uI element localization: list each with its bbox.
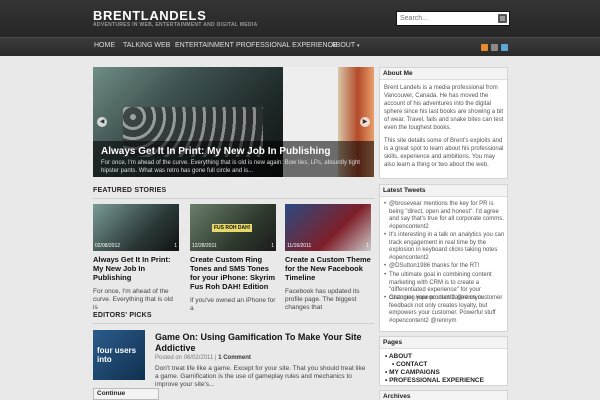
card-date: 11/16/2011: [287, 243, 312, 249]
nav-item-home[interactable]: HOME: [94, 42, 115, 49]
card-title[interactable]: Create Custom Ring Tones and SMS Tones f…: [190, 255, 276, 291]
nav-item-about-label: ABOUT: [331, 42, 355, 49]
picks-heading: EDITORS' PICKS: [93, 312, 152, 319]
about-widget-title: About Me: [380, 68, 507, 80]
page-link-professional-experience[interactable]: PROFESSIONAL EXPERIENCE: [385, 377, 484, 384]
pick-excerpt: Don't treat life like a game. Except for…: [155, 365, 366, 388]
search-input[interactable]: [397, 12, 495, 25]
card-excerpt: Facebook has updated its profile page. T…: [285, 288, 360, 311]
featured-card[interactable]: 11/16/2011 1 Create a Custom Theme for t…: [285, 204, 371, 311]
twitter-icon[interactable]: [501, 44, 508, 51]
slider-prev-icon[interactable]: ◀: [97, 117, 107, 127]
pages-widget-title: Pages: [380, 337, 507, 349]
featured-slider[interactable]: ◀ ▶ Always Get It In Print: My New Job I…: [93, 67, 374, 177]
pick-comments-link[interactable]: 1 Comment: [218, 355, 251, 361]
divider: [93, 323, 374, 324]
tweet-item: It's interesting in a talk on analytics …: [384, 232, 506, 262]
card-comment-count: 1: [366, 243, 369, 249]
card-thumb-label: FUS ROH DAH!: [212, 224, 253, 232]
page-link-my-campaigns[interactable]: MY CAMPAIGNS: [385, 369, 440, 376]
pick-title[interactable]: Game On: Using Gamification To Make Your…: [155, 332, 370, 354]
site-title[interactable]: BRENTLANDELS: [93, 8, 206, 23]
card-title[interactable]: Create a Custom Theme for the New Facebo…: [285, 255, 371, 282]
tweet-item: Changing your product based on customer …: [384, 295, 506, 325]
divider: [93, 198, 374, 199]
slide-title[interactable]: Always Get It In Print: My New Job In Pu…: [101, 146, 330, 157]
nav-item-entertainment[interactable]: ENTERTAINMENT: [175, 42, 234, 49]
pick-thumb-text: four users into: [97, 346, 137, 364]
search-icon[interactable]: [498, 14, 507, 23]
meta-separator: |: [214, 355, 217, 361]
page-link-contact[interactable]: CONTACT: [392, 361, 427, 368]
posted-prefix: Posted on: [155, 355, 183, 361]
card-comment-count: 1: [174, 243, 177, 249]
featured-heading: FEATURED STORIES: [93, 187, 167, 194]
sidebar: About Me Brent Landels is a media profes…: [379, 67, 508, 400]
archives-widget: Archives: [379, 390, 508, 400]
slide-caption: Always Get It In Print: My New Job In Pu…: [93, 141, 374, 177]
card-date: 02/08/2012: [95, 243, 121, 249]
tweet-item: @DSutton1986 thanks for the RT!: [384, 263, 506, 271]
tweet-text: Changing your product based on customer …: [389, 295, 503, 324]
main-nav: HOME TALKING WEB ENTERTAINMENT PROFESSIO…: [0, 37, 600, 56]
pages-widget: Pages ABOUT CONTACT MY CAMPAIGNS PROFESS…: [379, 336, 508, 386]
tweet-item: @brosevear mentions the key for PR is be…: [384, 201, 506, 231]
page-link-about[interactable]: ABOUT: [385, 353, 412, 360]
about-text-1: Brent Landels is a media professional fr…: [384, 85, 504, 131]
about-widget: About Me Brent Landels is a media profes…: [379, 67, 508, 179]
archives-widget-title: Archives: [380, 391, 507, 400]
slide-excerpt: For once, I'm ahead of the curve. Everyt…: [101, 160, 360, 174]
slider-next-icon[interactable]: ▶: [360, 117, 370, 127]
nav-item-about[interactable]: ABOUT ▾: [331, 42, 359, 49]
card-excerpt: For once, I'm ahead of the curve. Everyt…: [93, 288, 173, 311]
tweet-text: It's interesting in a talk on analytics …: [389, 232, 505, 261]
tweet-text: @DSutton1986 thanks for the RT!: [389, 263, 480, 269]
site-header: BRENTLANDELS ADVENTURES IN WEB, ENTERTAI…: [0, 0, 600, 37]
card-excerpt: If you've owned an iPhone for a: [190, 297, 276, 312]
continue-reading-button[interactable]: Continue Reading...: [93, 388, 159, 400]
email-icon[interactable]: [491, 44, 498, 51]
card-date: 12/28/2011: [192, 243, 217, 249]
tweets-widget: Latest Tweets @brosevear mentions the ke…: [379, 184, 508, 332]
card-title[interactable]: Always Get It In Print: My New Job In Pu…: [93, 255, 179, 282]
pick-date: 06/02/2011: [183, 355, 214, 361]
site-description: ADVENTURES IN WEB, ENTERTAINMENT AND DIG…: [93, 22, 258, 28]
nav-item-professional-experience[interactable]: PROFESSIONAL EXPERIENCE: [236, 42, 337, 49]
about-text-2: This site details some of Brent's exploi…: [384, 138, 504, 168]
chevron-down-icon: ▾: [356, 43, 360, 49]
rss-icon[interactable]: [481, 44, 488, 51]
search-box: [396, 11, 510, 26]
main-content: FEATURED STORIES 02/08/2012 1 Always Get…: [93, 180, 374, 400]
card-comment-count: 1: [271, 243, 274, 249]
nav-item-talking-web[interactable]: TALKING WEB: [123, 42, 170, 49]
pick-thumbnail[interactable]: four users into: [93, 330, 145, 380]
featured-card[interactable]: 02/08/2012 1 Always Get It In Print: My …: [93, 204, 179, 311]
pick-meta: Posted on 06/02/2011 | 1 Comment: [155, 355, 251, 361]
featured-card[interactable]: FUS ROH DAH! 12/28/2011 1 Create Custom …: [190, 204, 276, 312]
tweet-text: @brosevear mentions the key for PR is be…: [389, 201, 504, 230]
tweets-widget-title: Latest Tweets: [380, 185, 507, 197]
